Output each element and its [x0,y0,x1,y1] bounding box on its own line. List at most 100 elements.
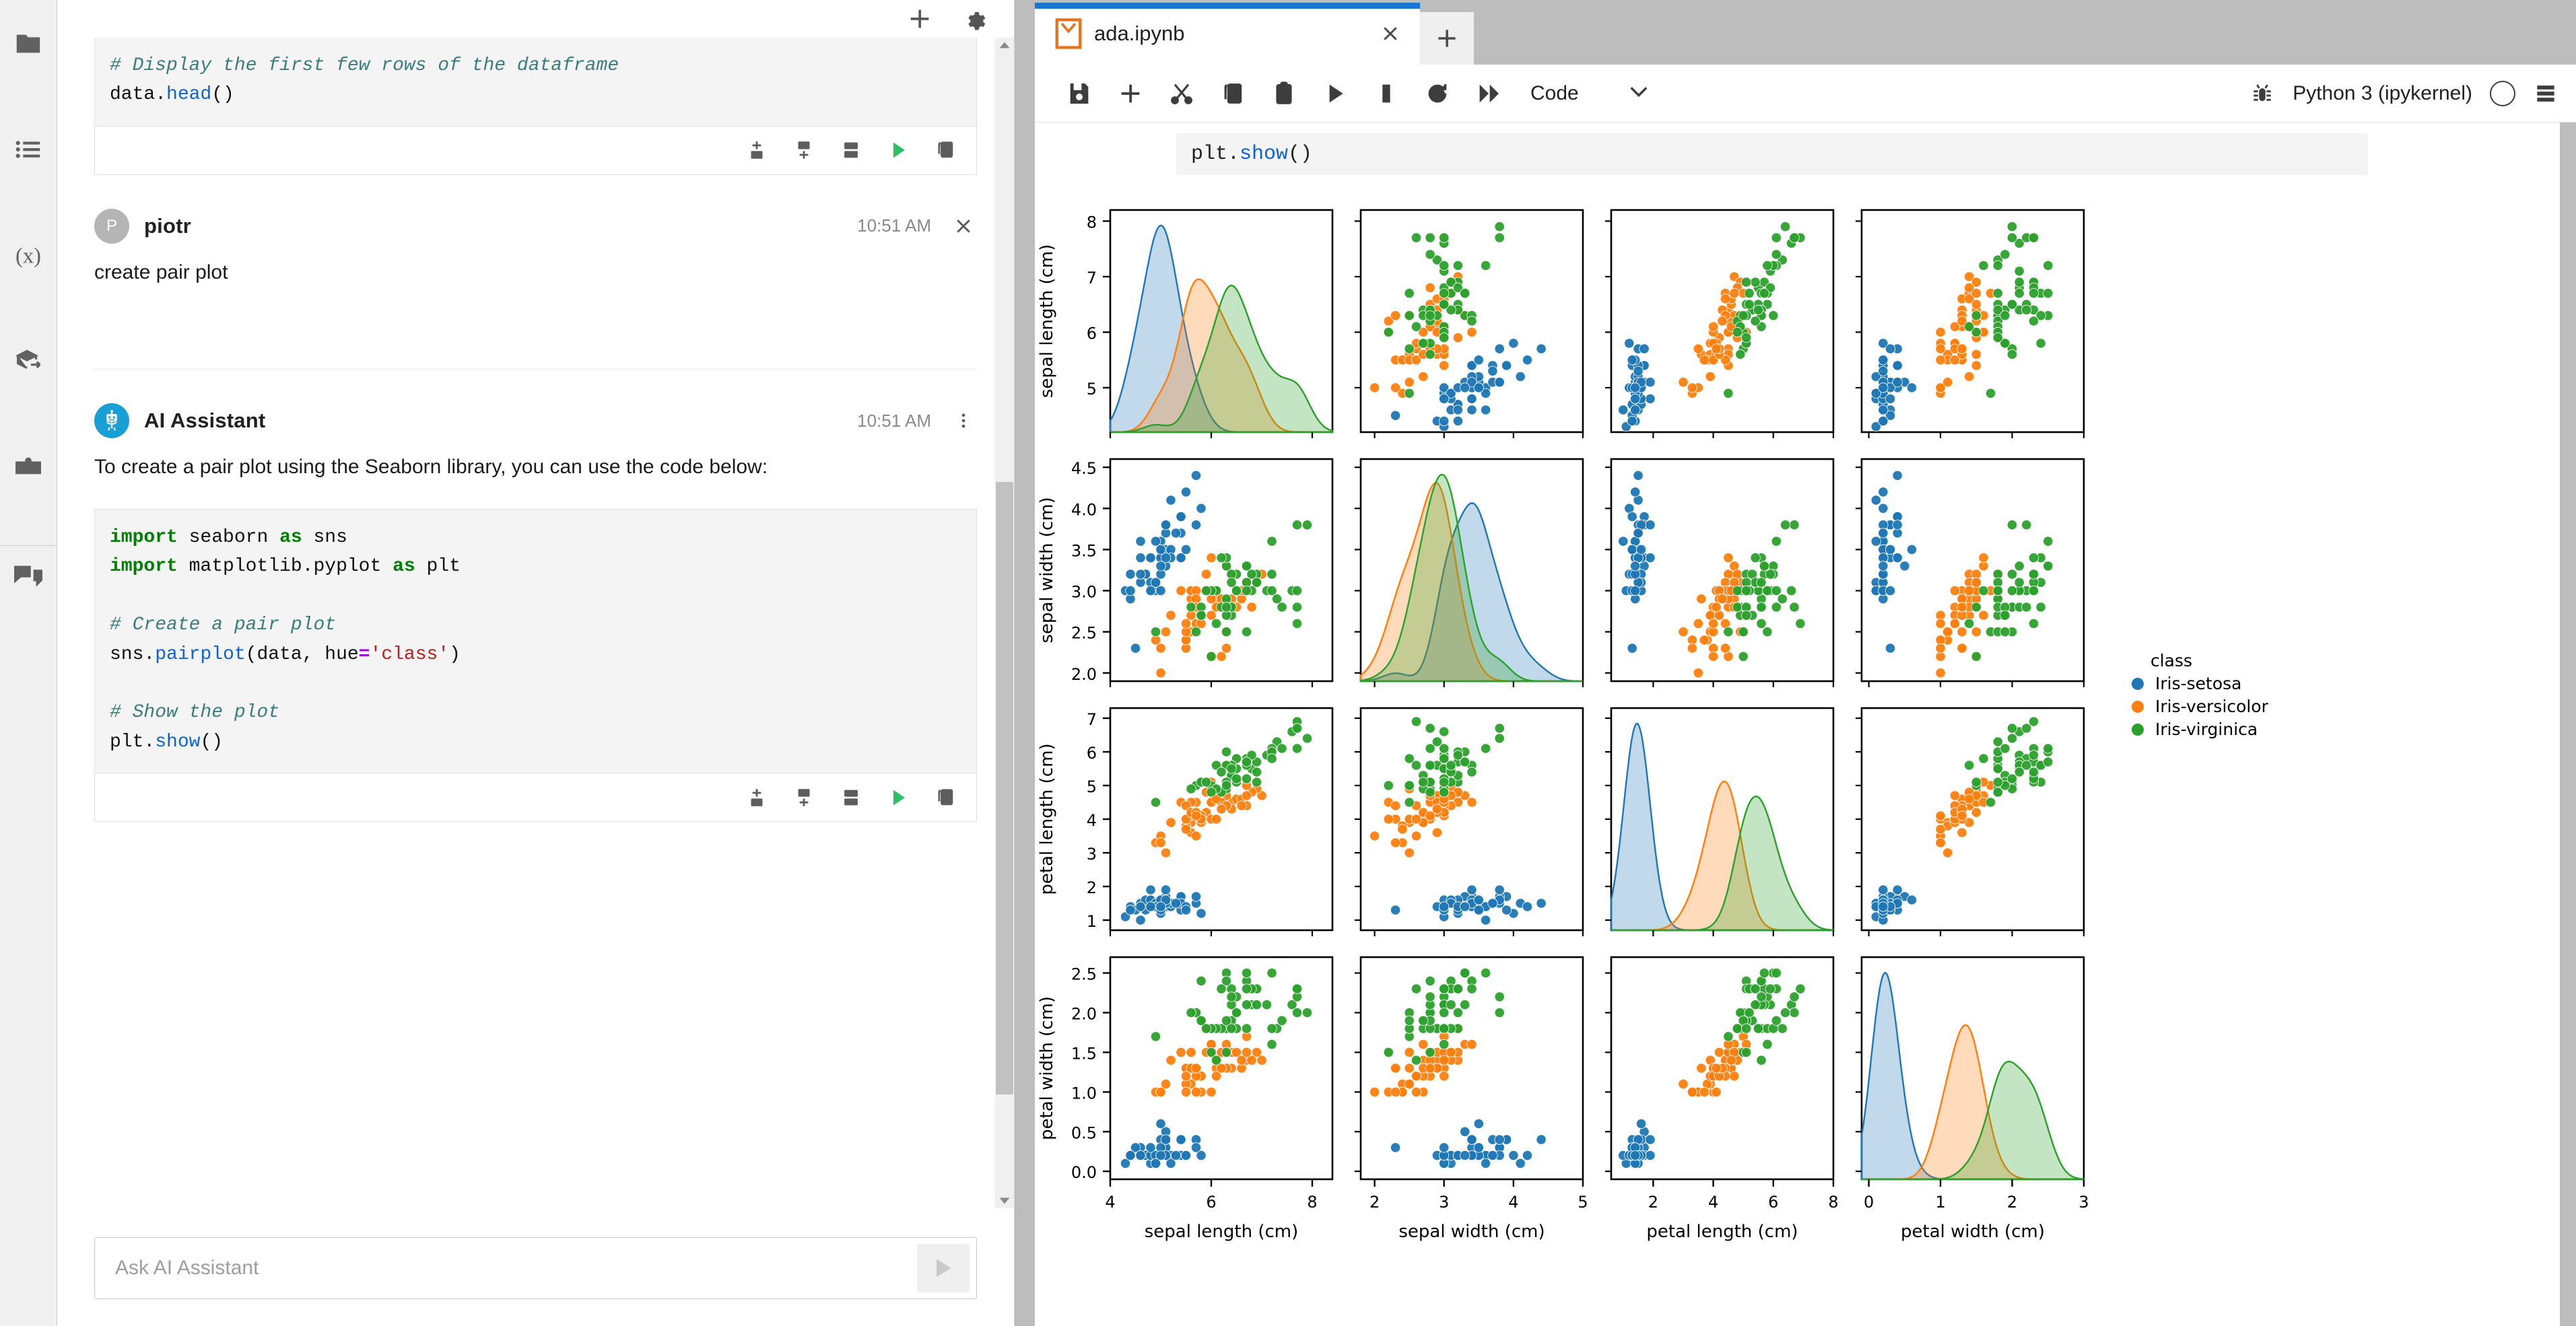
data-point [1466,326,1477,338]
insert-below-button[interactable] [790,784,817,811]
data-point [1481,1158,1491,1168]
data-point [1744,299,1755,310]
data-point [1196,503,1207,514]
send-button[interactable] [917,1244,970,1292]
copy-code-button[interactable] [932,784,959,811]
new-tab-button[interactable] [1420,12,1474,65]
data-point [1425,1047,1435,1057]
data-point [1206,553,1217,563]
data-point [1241,586,1252,596]
save-icon [1070,83,1089,104]
data-point [1291,586,1303,596]
chat-settings-button[interactable] [959,3,991,35]
data-point [1935,326,1946,338]
delete-message-button[interactable] [950,213,977,240]
replace-cell-button[interactable] [838,784,865,811]
cut-button[interactable] [1156,68,1207,119]
message-options-button[interactable] [950,407,977,434]
scrollbar-thumb[interactable] [996,482,1013,1094]
data-point [1369,1086,1380,1097]
y-tick-label: 4.5 [1071,459,1097,478]
data-point [1241,757,1252,767]
new-chat-button[interactable] [904,3,936,35]
data-point [1226,577,1237,588]
chat-scrollbar[interactable] [995,38,1014,1208]
data-point [1425,787,1435,798]
data-point [1741,1023,1752,1034]
y-tick-label: 2.5 [1071,965,1097,984]
replace-cell-button[interactable] [838,137,865,164]
restart-kernel-button[interactable] [1412,68,1463,119]
data-point [1460,757,1470,767]
kernel-idle-indicator-icon[interactable] [2490,80,2515,106]
notebook-cell-code[interactable]: plt.show() [1176,133,2368,175]
add-cell-button[interactable] [1105,68,1156,119]
data-point [1439,1023,1450,1034]
copy-button[interactable] [1207,68,1258,119]
data-point [2000,610,2010,621]
list-icon [15,140,40,158]
paste-button[interactable] [1258,68,1310,119]
data-point [1466,393,1477,405]
data-point [1439,787,1450,798]
scroll-up-arrow[interactable] [995,38,1014,53]
y-tick-label: 2.5 [1071,624,1097,643]
data-point [1160,1134,1172,1145]
close-icon [957,219,970,233]
data-point [1383,780,1394,791]
data-point [1935,618,1946,629]
data-point [1971,349,1981,360]
ask-ai-assistant-field[interactable]: Ask AI Assistant [94,1237,977,1299]
sidebar-item-variable-inspector[interactable]: (x) [0,226,57,283]
data-point [1957,343,1967,354]
data-point [1180,905,1192,915]
play-icon [1329,84,1343,102]
sidebar-item-table-of-contents[interactable] [0,438,57,495]
data-point [1501,360,1512,371]
data-point [1630,393,1641,405]
data-point [1630,405,1641,415]
data-point [1291,723,1303,734]
data-point [1964,586,1975,596]
x-tick-label: 5 [1578,1193,1588,1212]
save-button[interactable] [1054,68,1105,119]
data-point [1618,536,1629,547]
pairplot-cell: 0.0 0.5 1.0 1.5 2.0 2.5 petal width (cm) 4 6 8 sep… [1037,956,1334,1242]
avatar: P [94,208,129,244]
insert-above-button[interactable] [743,784,770,811]
data-point [1878,415,1889,427]
bug-icon[interactable] [2249,81,2275,106]
hamburger-icon[interactable] [2533,81,2558,106]
insert-cell-above-icon [751,788,763,806]
pairplot-cell [1856,458,2085,687]
notebook-scrollbar[interactable] [2560,123,2576,1326]
data-point [1741,333,1752,343]
tab-close-button[interactable] [1370,13,1411,54]
insert-above-button[interactable] [743,137,770,164]
run-code-button[interactable] [885,784,912,811]
x-tick-label: 8 [1828,1193,1838,1212]
restart-run-all-button[interactable] [1463,68,1514,119]
sidebar-item-extension-manager[interactable] [0,332,57,389]
sidebar-item-running-terminals[interactable] [0,120,57,178]
cell-type-select[interactable]: Code [1530,73,1650,114]
data-point [1717,594,1728,604]
stop-button[interactable] [1361,68,1412,119]
run-button[interactable] [1310,68,1361,119]
panel-divider[interactable] [1015,0,1035,1326]
sidebar-item-file-browser[interactable] [0,15,57,72]
data-point [1196,610,1207,621]
data-point [1744,288,1755,299]
sidebar-item-ai-chat[interactable] [0,546,57,603]
data-point [1439,333,1450,343]
scroll-down-arrow[interactable] [995,1193,1014,1208]
copy-code-button[interactable] [932,137,959,164]
data-point [1735,349,1746,360]
data-point [1870,495,1881,505]
x-axis-label: sepal width (cm) [1398,1222,1545,1242]
data-point [1494,884,1505,895]
insert-below-button[interactable] [790,137,817,164]
data-point [1241,1023,1252,1034]
tab-ada-ipynb[interactable]: ada.ipynb [1035,3,1420,65]
run-code-button[interactable] [885,137,912,164]
